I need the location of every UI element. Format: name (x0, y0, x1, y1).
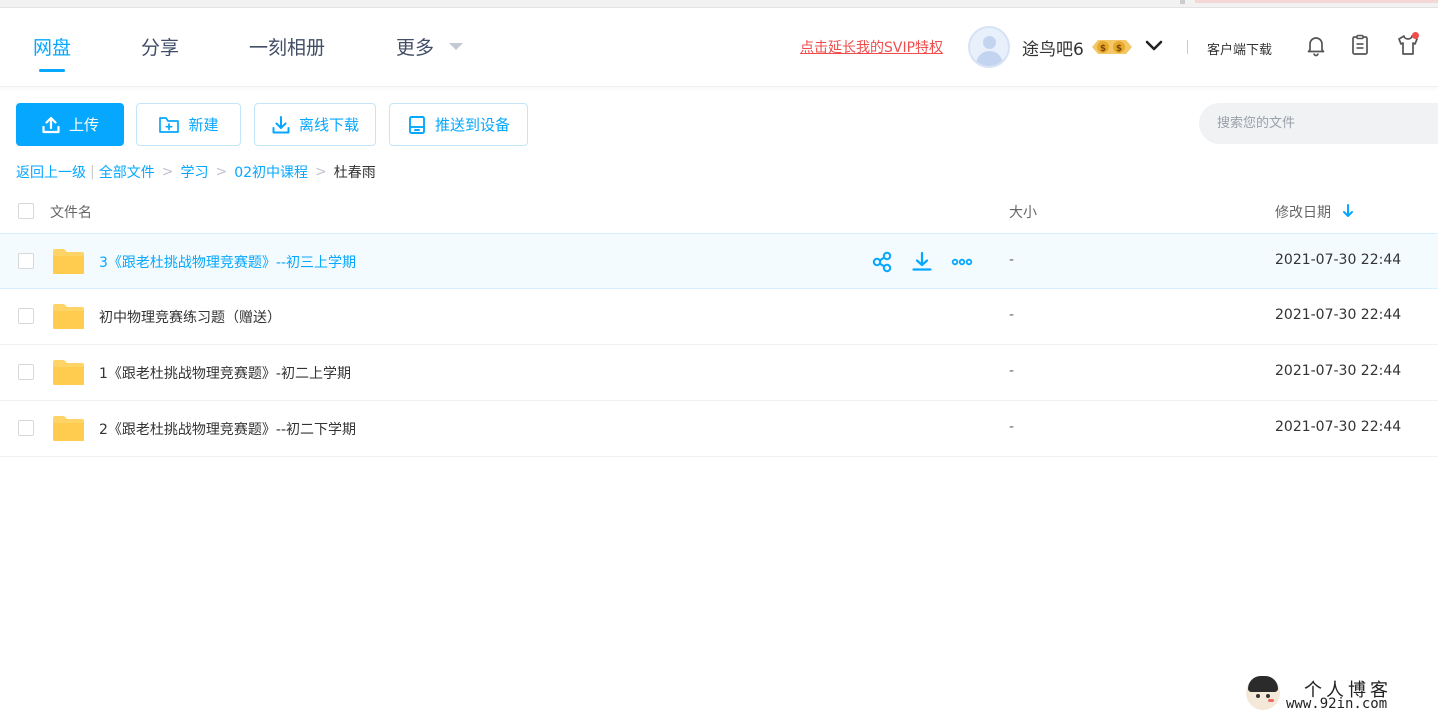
file-name[interactable]: 初中物理竞赛练习题（赠送） (99, 307, 281, 327)
strip-accent (1195, 0, 1438, 3)
breadcrumb-current: 杜春雨 (333, 165, 376, 181)
file-name[interactable]: 2《跟老杜挑战物理竞赛题》--初二下学期 (99, 419, 356, 439)
clipboard-icon[interactable] (1348, 33, 1372, 57)
folder-icon (53, 249, 84, 274)
file-name[interactable]: 1《跟老杜挑战物理竞赛题》-初二上学期 (99, 363, 351, 383)
row-checkbox[interactable] (18, 420, 34, 436)
share-icon[interactable] (870, 250, 894, 274)
breadcrumb-item-junior-course[interactable]: 02初中课程 (234, 162, 308, 182)
breadcrumb-item-study[interactable]: 学习 (180, 162, 208, 182)
upload-label: 上传 (68, 116, 99, 134)
table-row[interactable]: 1《跟老杜挑战物理竞赛题》-初二上学期 - 2021-07-30 22:44 (0, 345, 1438, 401)
search-input[interactable] (1199, 103, 1438, 144)
folder-icon (53, 304, 84, 329)
svip-badge-icon: $ $ (1092, 40, 1132, 54)
table-row[interactable]: 初中物理竞赛练习题（赠送） - 2021-07-30 22:44 (0, 289, 1438, 345)
strip-marker (1180, 0, 1185, 4)
sort-desc-icon[interactable] (1341, 203, 1355, 219)
bell-icon[interactable] (1304, 33, 1328, 57)
device-icon (409, 115, 425, 134)
blog-watermark: 个人博客 www.92in.com (1246, 676, 1436, 714)
row-checkbox[interactable] (18, 253, 34, 269)
column-header-size[interactable]: 大小 (1009, 202, 1037, 222)
breadcrumb-separator: > (161, 164, 174, 180)
upload-icon (42, 116, 60, 133)
file-size: - (1009, 252, 1015, 268)
more-caret-icon[interactable] (449, 43, 463, 50)
username[interactable]: 途鸟吧6 (1022, 35, 1084, 60)
chevron-down-icon[interactable] (1144, 35, 1164, 55)
column-header-date[interactable]: 修改日期 (1275, 202, 1331, 222)
breadcrumb-divider: | (90, 164, 95, 180)
breadcrumb-separator: > (215, 164, 228, 180)
more-options-icon[interactable] (950, 250, 974, 274)
push-to-device-button[interactable]: 推送到设备 (389, 103, 528, 146)
download-icon (272, 115, 290, 133)
file-size: - (1009, 419, 1015, 435)
row-checkbox[interactable] (18, 308, 34, 324)
file-date: 2021-07-30 22:44 (1275, 252, 1402, 268)
breadcrumb-item-all-files[interactable]: 全部文件 (99, 162, 155, 182)
tab-more[interactable]: 更多 (396, 33, 434, 60)
header-divider (1187, 40, 1188, 54)
push-to-device-label: 推送到设备 (434, 116, 510, 134)
file-date: 2021-07-30 22:44 (1275, 307, 1402, 323)
tab-share[interactable]: 分享 (141, 33, 179, 60)
new-folder-icon (159, 116, 180, 133)
select-all-checkbox[interactable] (18, 203, 34, 219)
watermark-url: www.92in.com (1286, 696, 1388, 712)
top-header: 网盘 分享 一刻相册 更多 点击延长我的SVIP特权 途鸟吧6 $ $ 客户端下… (0, 9, 1438, 87)
window-top-strip (0, 0, 1438, 8)
row-checkbox[interactable] (18, 364, 34, 380)
file-date: 2021-07-30 22:44 (1275, 419, 1402, 435)
offline-download-label: 离线下载 (298, 116, 359, 134)
file-size: - (1009, 363, 1015, 379)
svip-extend-link[interactable]: 点击延长我的SVIP特权 (800, 37, 943, 57)
client-download-link[interactable]: 客户端下载 (1207, 39, 1272, 58)
file-date: 2021-07-30 22:44 (1275, 363, 1402, 379)
file-size: - (1009, 307, 1015, 323)
tab-netdisk[interactable]: 网盘 (33, 33, 71, 72)
row-download-icon[interactable] (910, 250, 934, 274)
file-name[interactable]: 3《跟老杜挑战物理竞赛题》--初三上学期 (99, 252, 356, 272)
mascot-face-icon (1246, 676, 1280, 710)
avatar[interactable] (968, 26, 1010, 68)
upload-button[interactable]: 上传 (16, 103, 124, 146)
breadcrumb: 返回上一级 | 全部文件 > 学习 > 02初中课程 > 杜春雨 (16, 162, 376, 182)
folder-icon (53, 360, 84, 385)
table-row[interactable]: 2《跟老杜挑战物理竞赛题》--初二下学期 - 2021-07-30 22:44 (0, 401, 1438, 457)
column-header-name[interactable]: 文件名 (50, 202, 92, 222)
new-label: 新建 (188, 116, 219, 134)
notification-dot (1412, 32, 1419, 39)
svg-text:$: $ (1100, 44, 1106, 54)
offline-download-button[interactable]: 离线下载 (254, 103, 376, 146)
breadcrumb-back-link[interactable]: 返回上一级 (16, 162, 86, 182)
tab-album[interactable]: 一刻相册 (249, 33, 325, 60)
new-button[interactable]: 新建 (136, 103, 241, 146)
table-row[interactable]: 3《跟老杜挑战物理竞赛题》--初三上学期 - 2021-07-30 22:44 (0, 233, 1438, 289)
breadcrumb-separator: > (315, 164, 327, 180)
svg-text:$: $ (1116, 44, 1122, 54)
folder-icon (53, 416, 84, 441)
